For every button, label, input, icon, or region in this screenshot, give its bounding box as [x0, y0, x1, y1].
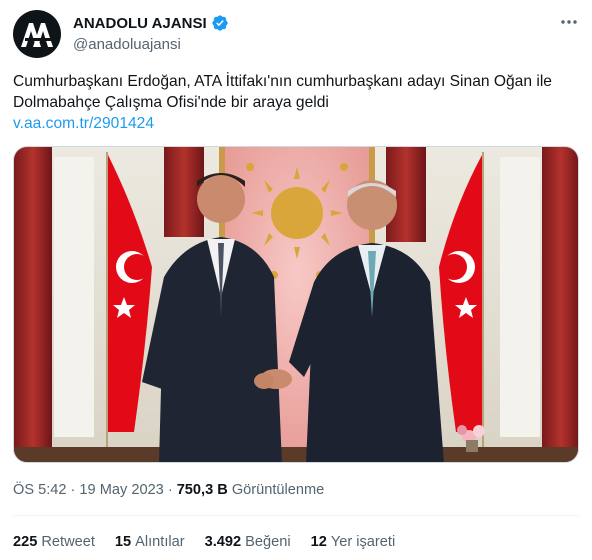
- stat-likes[interactable]: 3.492 Beğeni: [205, 534, 291, 550]
- tweet-time[interactable]: ÖS 5:42: [13, 482, 67, 498]
- stat-label: Beğeni: [245, 534, 291, 550]
- stat-count: 12: [310, 534, 327, 550]
- tweet-text: Cumhurbaşkanı Erdoğan, ATA İttifakı'nın …: [13, 71, 579, 134]
- stat-quotes[interactable]: 15 Alıntılar: [115, 534, 185, 550]
- views-label: Görüntülenme: [231, 482, 325, 498]
- tweet-header: ANADOLU AJANSI @anadoluajansi: [13, 10, 579, 58]
- tweet-stats: 225 Retweet 15 Alıntılar 3.492 Beğeni 12…: [13, 534, 415, 550]
- tweet-body: Cumhurbaşkanı Erdoğan, ATA İttifakı'nın …: [13, 73, 552, 111]
- more-button[interactable]: [559, 12, 579, 32]
- avatar[interactable]: [13, 10, 61, 58]
- stat-count: 225: [13, 534, 38, 550]
- stat-label: Retweet: [41, 534, 95, 550]
- views-count: 750,3 B: [176, 482, 228, 498]
- verified-badge-icon: [211, 15, 228, 31]
- account-names: ANADOLU AJANSI @anadoluajansi: [73, 13, 229, 53]
- stat-retweets[interactable]: 225 Retweet: [13, 534, 95, 550]
- photo-handshake: [14, 147, 578, 462]
- stat-count: 15: [114, 534, 132, 550]
- stat-label: Yer işareti: [330, 534, 396, 550]
- divider: [13, 515, 579, 516]
- tweet-photo[interactable]: [13, 146, 579, 463]
- tweet-date[interactable]: 19 May 2023: [79, 482, 163, 498]
- more-horizontal-icon: [561, 20, 577, 24]
- aa-logo-icon: [21, 23, 53, 47]
- stat-bookmarks[interactable]: 12 Yer işareti: [311, 534, 396, 550]
- stat-count: 3.492: [204, 534, 242, 550]
- tweet-link[interactable]: v.aa.com.tr/2901424: [13, 113, 154, 134]
- meta-separator: ·: [70, 482, 76, 498]
- meta-separator-2: ·: [167, 482, 173, 498]
- display-name[interactable]: ANADOLU AJANSI: [73, 15, 207, 32]
- tweet-meta: ÖS 5:42 · 19 May 2023 · 750,3 B Görüntül…: [13, 482, 324, 498]
- account-handle[interactable]: @anadoluajansi: [73, 36, 229, 53]
- stat-label: Alıntılar: [135, 534, 185, 550]
